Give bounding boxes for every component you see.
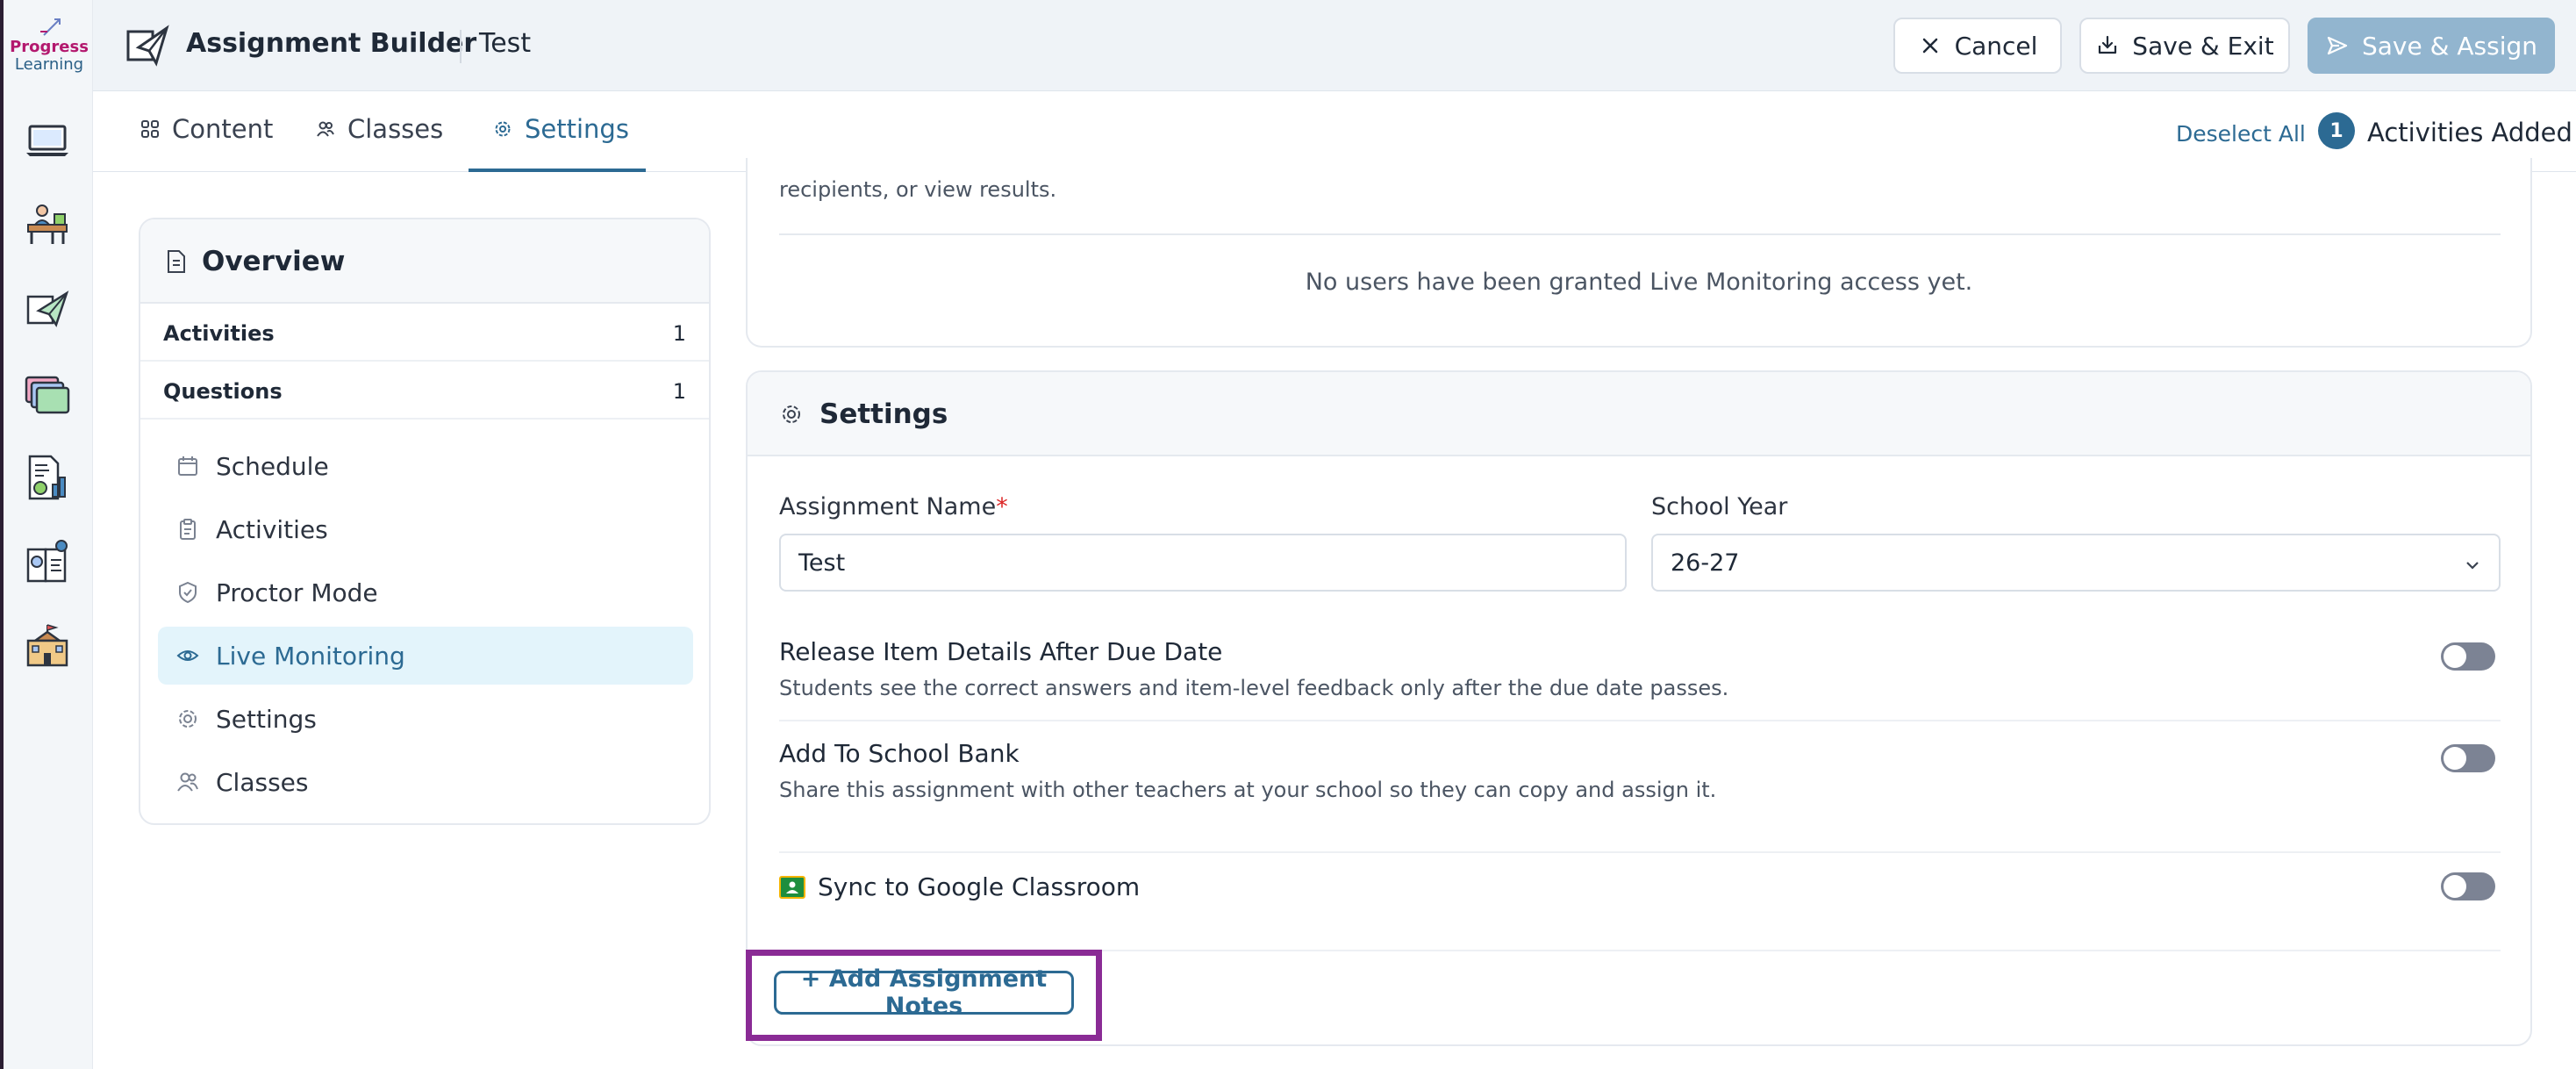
release-details-description: Students see the correct answers and ite…: [779, 676, 1729, 700]
gear-icon: [495, 121, 511, 137]
send-icon: [2327, 36, 2348, 55]
logo-mark-icon: [40, 18, 61, 36]
stat-row-questions: Questions 1: [140, 362, 709, 420]
stat-row-activities: Activities 1: [140, 304, 709, 362]
google-classroom-title: Sync to Google Classroom: [818, 872, 1141, 901]
tab-content-label: Content: [172, 114, 274, 144]
activities-count-badge: 1: [2318, 112, 2355, 149]
active-tab-indicator: [469, 169, 646, 172]
settings-panel: Settings Assignment Name* School Year 26…: [746, 370, 2532, 1046]
tab-classes[interactable]: Classes: [316, 114, 443, 144]
overview-header: Overview: [140, 219, 709, 304]
overview-nav-classes[interactable]: Classes: [158, 753, 693, 811]
school-bank-title: Add To School Bank: [779, 739, 1020, 768]
school-year-label: School Year: [1651, 493, 1788, 520]
people-icon: [177, 772, 198, 792]
laptop-icon[interactable]: [23, 116, 72, 165]
logo-word-learning: Learning: [14, 55, 84, 74]
overview-nav-settings[interactable]: Settings: [158, 690, 693, 748]
eye-icon: [176, 650, 199, 661]
left-rail: Progress Learning: [0, 0, 93, 1069]
release-details-toggle[interactable]: [2441, 642, 2495, 671]
school-year-value: 26-27: [1671, 549, 1740, 577]
overview-nav-label: Classes: [216, 767, 309, 797]
school-bank-toggle[interactable]: [2441, 744, 2495, 772]
release-details-title: Release Item Details After Due Date: [779, 637, 1223, 666]
overview-title: Overview: [202, 246, 346, 277]
report-icon[interactable]: [23, 453, 72, 502]
calendar-icon: [178, 456, 197, 476]
overview-nav-live-monitoring[interactable]: Live Monitoring: [158, 627, 693, 685]
stat-label: Questions: [163, 379, 283, 404]
folders-icon[interactable]: [23, 369, 72, 418]
overview-nav-proctor-mode[interactable]: Proctor Mode: [158, 563, 693, 621]
close-icon: [1922, 38, 1937, 54]
required-mark: *: [996, 493, 1008, 520]
save-assign-label: Save & Assign: [2362, 31, 2537, 61]
cancel-button[interactable]: Cancel: [1893, 18, 2062, 74]
school-bank-description: Share this assignment with other teacher…: [779, 778, 1717, 802]
assignment-name-input[interactable]: [779, 534, 1627, 592]
tab-settings[interactable]: Settings: [493, 114, 629, 144]
tab-settings-label: Settings: [525, 114, 629, 144]
google-classroom-toggle[interactable]: [2441, 872, 2495, 900]
overview-nav-label: Activities: [216, 514, 328, 544]
shield-check-icon: [179, 581, 197, 604]
cancel-label: Cancel: [1954, 31, 2038, 61]
live-monitoring-description: recipients, or view results.: [779, 177, 1057, 202]
logo-word-progress: Progress: [10, 38, 89, 56]
gear-icon: [179, 710, 197, 728]
option-divider: [779, 851, 2501, 853]
lesson-book-icon[interactable]: [23, 537, 72, 586]
assignment-name-label-text: Assignment Name: [779, 493, 997, 520]
stat-label: Activities: [163, 321, 275, 346]
school-building-icon[interactable]: [23, 621, 72, 671]
deselect-all-link[interactable]: Deselect All: [2176, 121, 2306, 147]
assignment-name-title: Test: [479, 28, 532, 59]
activities-added-label: Activities Added: [2367, 118, 2572, 147]
overview-nav-label: Live Monitoring: [216, 641, 405, 671]
app-title: Assignment Builder: [186, 28, 477, 59]
clipboard-icon: [180, 519, 196, 540]
teacher-desk-icon[interactable]: [23, 200, 72, 249]
overview-nav-schedule[interactable]: Schedule: [158, 437, 693, 495]
live-monitoring-empty-message: No users have been granted Live Monitori…: [1305, 269, 1973, 296]
overview-nav-label: Proctor Mode: [216, 578, 378, 607]
add-assignment-notes-button[interactable]: + Add Assignment Notes: [774, 965, 1074, 1020]
people-icon: [317, 121, 334, 137]
settings-header: Settings: [748, 372, 2530, 456]
progress-learning-logo[interactable]: Progress Learning: [9, 16, 89, 77]
save-exit-button[interactable]: Save & Exit: [2079, 18, 2290, 74]
overview-nav-activities[interactable]: Activities: [158, 500, 693, 558]
google-classroom-icon: [779, 876, 805, 899]
title-separator: [460, 30, 462, 63]
assignment-name-label: Assignment Name*: [779, 493, 1008, 520]
save-assign-button[interactable]: Save & Assign: [2308, 18, 2555, 74]
settings-title: Settings: [819, 398, 948, 430]
tab-content[interactable]: Content: [140, 114, 273, 144]
school-year-select[interactable]: 26-27: [1651, 534, 2501, 592]
overview-nav-label: Settings: [216, 704, 317, 734]
stat-value: 1: [672, 321, 686, 346]
document-icon: [168, 250, 185, 273]
grid-icon: [141, 120, 159, 138]
app-header: Assignment Builder Test Cancel Save & Ex…: [93, 0, 2576, 91]
tab-classes-label: Classes: [347, 114, 444, 144]
stat-value: 1: [672, 379, 686, 404]
option-divider: [779, 720, 2501, 721]
download-tray-icon: [2099, 35, 2117, 54]
save-exit-label: Save & Exit: [2132, 31, 2274, 61]
gear-icon: [783, 405, 800, 423]
overview-panel: Overview Activities 1 Questions 1 Schedu…: [139, 218, 711, 825]
assignment-builder-icon: [126, 25, 169, 67]
overview-nav-label: Schedule: [216, 451, 329, 481]
panel-divider: [779, 233, 2501, 235]
paper-plane-icon[interactable]: [23, 284, 72, 334]
live-monitoring-panel: recipients, or view results. No users ha…: [746, 158, 2532, 348]
chevron-down-icon: [2466, 562, 2479, 570]
window-edge: [0, 0, 4, 1069]
